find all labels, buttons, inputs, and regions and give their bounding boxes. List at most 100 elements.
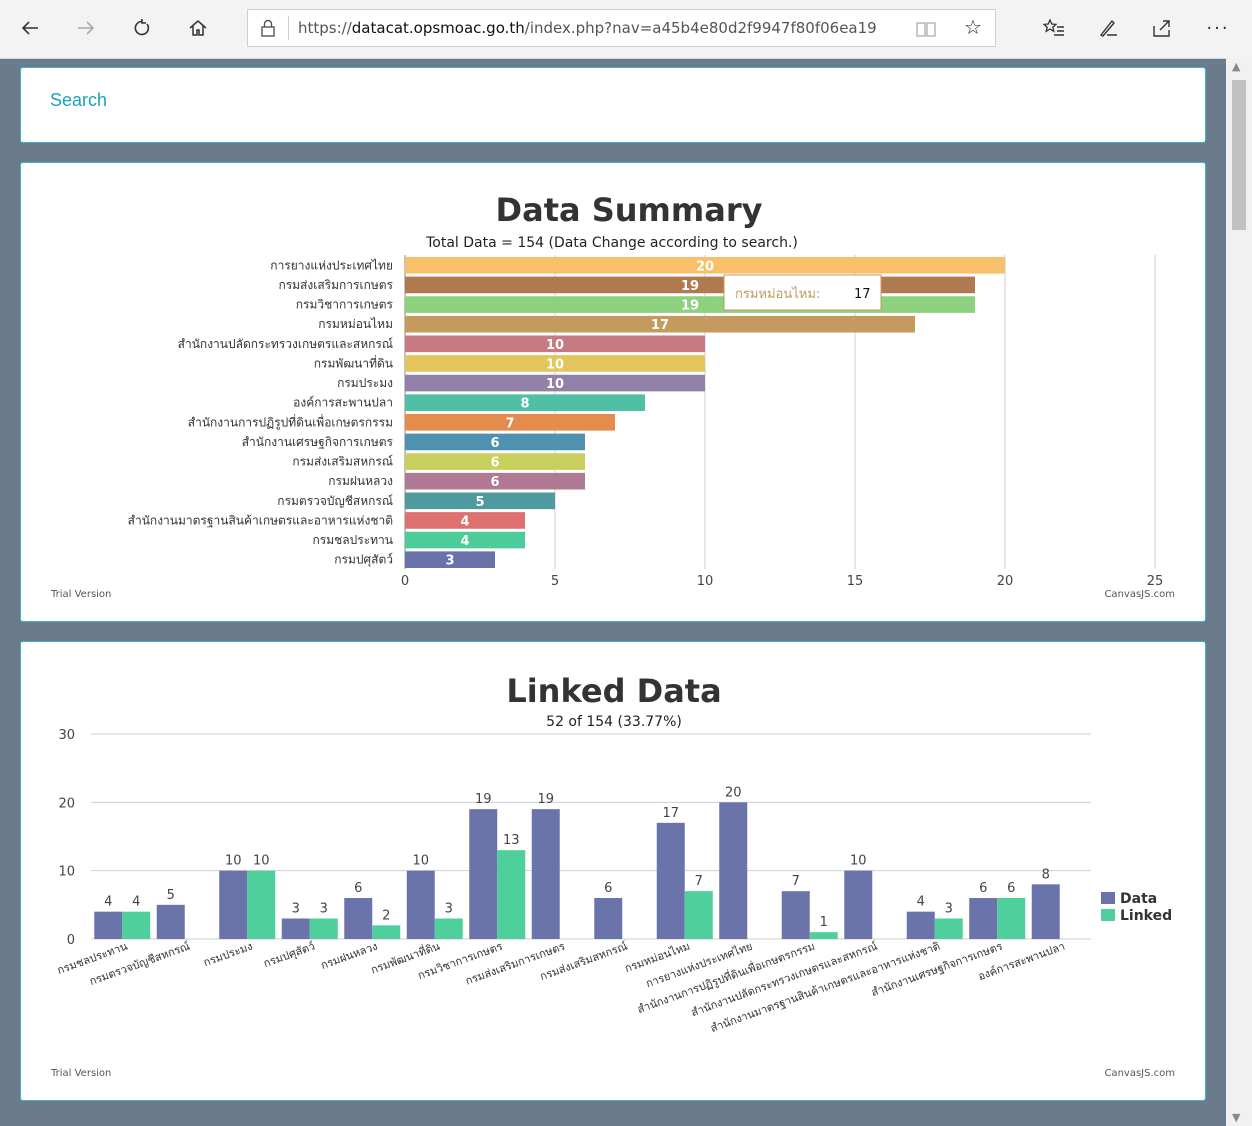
linked-bar-data[interactable] (656, 822, 685, 939)
linked-bar-data[interactable] (1031, 884, 1060, 939)
linked-x-label: กรมประมง (202, 940, 255, 970)
linked-bar-value: 3 (320, 902, 328, 917)
summary-canvasjs-credit[interactable]: CanvasJS.com (1104, 589, 1175, 600)
linked-bar-value: 6 (354, 881, 362, 896)
linked-y-tick: 10 (58, 865, 75, 880)
legend-label[interactable]: Data (1120, 891, 1157, 907)
linked-canvasjs-credit[interactable]: CanvasJS.com (1104, 1068, 1175, 1079)
forward-arrow-icon[interactable] (72, 14, 100, 42)
linked-bar-value: 19 (475, 792, 492, 807)
linked-bar-data[interactable] (781, 891, 810, 939)
linked-bar-data[interactable] (844, 870, 873, 939)
linked-bar-linked[interactable] (309, 918, 338, 940)
linked-bar-data[interactable] (906, 911, 935, 939)
home-icon[interactable] (184, 14, 212, 42)
lock-icon (261, 19, 275, 37)
linked-bar-linked[interactable] (247, 870, 276, 939)
summary-title: Data Summary (496, 191, 763, 229)
favorites-list-icon[interactable] (1040, 14, 1068, 42)
data-summary-svg: Data Summary Total Data = 154 (Data Chan… (50, 191, 1175, 600)
summary-bar-value: 3 (445, 554, 454, 569)
back-arrow-icon[interactable] (16, 14, 44, 42)
linked-bar-data[interactable] (219, 870, 248, 939)
linked-bar-linked[interactable] (934, 918, 963, 940)
linked-bar-value: 17 (662, 806, 679, 821)
linked-bar-value: 4 (917, 895, 925, 910)
summary-trial-text: Trial Version (50, 589, 111, 600)
linked-bar-data[interactable] (719, 802, 748, 939)
more-menu-icon[interactable]: ··· (1204, 14, 1232, 42)
linked-bar-value: 20 (725, 785, 742, 800)
summary-tooltip: กรมหม่อนไหม: 17 (723, 274, 882, 311)
summary-category-label: กรมตรวจบัญชีสหกรณ์ (277, 494, 393, 508)
summary-category-label: กรมปศุสัตว์ (334, 553, 393, 568)
linked-bar-linked[interactable] (122, 911, 151, 939)
linked-bar-data[interactable] (344, 898, 373, 939)
linked-bar-value: 3 (945, 902, 953, 917)
linked-bar-value: 4 (132, 895, 140, 910)
summary-category-label: สำนักงานมาตรฐานสินค้าเกษตรและอาหารแห่งชา… (128, 513, 393, 527)
legend-label[interactable]: Linked (1120, 908, 1172, 924)
linked-bar-value: 6 (979, 881, 987, 896)
scroll-down-icon[interactable]: ▼ (1232, 1111, 1240, 1124)
linked-bar-data[interactable] (469, 809, 498, 939)
data-summary-panel: Data Summary Total Data = 154 (Data Chan… (20, 162, 1206, 622)
summary-bar-value: 19 (681, 299, 699, 314)
linked-bar-data[interactable] (156, 904, 185, 939)
summary-category-label: สำนักงานปลัดกระทรวงเกษตรและสหกรณ์ (178, 337, 393, 351)
linked-bar-data[interactable] (969, 898, 998, 939)
scroll-up-icon[interactable]: ▲ (1232, 60, 1240, 73)
summary-bar-value: 20 (696, 259, 714, 274)
summary-bar-value: 6 (490, 436, 499, 451)
linked-bar-value: 19 (537, 792, 554, 807)
summary-bar-value: 6 (490, 475, 499, 490)
linked-bar-value: 4 (104, 895, 112, 910)
linked-title: Linked Data (506, 672, 721, 710)
browser-toolbar: https://datacat.opsmoac.go.th/index.php?… (0, 0, 1252, 59)
reading-view-icon[interactable] (915, 19, 937, 39)
search-link[interactable]: Search (50, 90, 107, 111)
linked-data-chart: Linked Data 52 of 154 (33.77%) 0 10 20 30 4… (49, 664, 1179, 1080)
summary-x-tick: 20 (997, 574, 1014, 589)
address-bar[interactable]: https://datacat.opsmoac.go.th/index.php?… (247, 9, 996, 47)
summary-bar-value: 6 (490, 456, 499, 471)
legend-swatch-linked (1101, 909, 1115, 921)
summary-category-label: องค์การสะพานปลา (293, 396, 393, 410)
summary-category-label: กรมส่งเสริมการเกษตร (278, 278, 393, 292)
summary-category-label: กรมประมง (337, 376, 393, 390)
summary-bar-value: 8 (520, 397, 529, 412)
linked-bar-data[interactable] (281, 918, 310, 940)
linked-bar-data[interactable] (94, 911, 123, 939)
linked-bar-value: 13 (503, 833, 520, 848)
summary-category-label: สำนักงานเศรษฐกิจการเกษตร (242, 435, 394, 449)
page-scrollbar[interactable]: ▲ ▼ (1226, 58, 1252, 1126)
summary-bar-value: 10 (546, 357, 564, 372)
url-text[interactable]: https://datacat.opsmoac.go.th/index.php?… (298, 19, 898, 39)
linked-bar-linked[interactable] (997, 898, 1026, 939)
summary-bar-value: 10 (546, 377, 564, 392)
linked-bar-value: 3 (292, 902, 300, 917)
linked-trial-text: Trial Version (50, 1068, 111, 1079)
scroll-thumb[interactable] (1232, 80, 1246, 230)
summary-category-label: กรมพัฒนาที่ดิน (314, 354, 393, 370)
linked-bar-linked[interactable] (497, 850, 526, 939)
linked-y-tick: 30 (58, 728, 75, 743)
linked-bar-data[interactable] (594, 898, 623, 939)
linked-y-tick: 0 (67, 933, 75, 948)
linked-bar-value: 10 (412, 854, 429, 869)
summary-bar-value: 4 (460, 514, 469, 529)
linked-bar-linked[interactable] (372, 925, 401, 939)
summary-category-label: กรมชลประทาน (313, 533, 393, 547)
favorite-star-icon[interactable]: ☆ (964, 15, 982, 39)
share-icon[interactable] (1148, 14, 1176, 42)
linked-bar-linked[interactable] (684, 891, 713, 939)
summary-bar-value: 10 (546, 338, 564, 353)
summary-x-tick: 10 (697, 574, 714, 589)
summary-category-label: กรมส่งเสริมสหกรณ์ (292, 455, 393, 469)
linked-bar-linked[interactable] (809, 932, 838, 939)
refresh-icon[interactable] (128, 14, 156, 42)
pen-annotate-icon[interactable] (1094, 14, 1122, 42)
linked-bar-linked[interactable] (434, 918, 463, 940)
linked-bar-data[interactable] (531, 809, 560, 939)
linked-bar-data[interactable] (406, 870, 435, 939)
